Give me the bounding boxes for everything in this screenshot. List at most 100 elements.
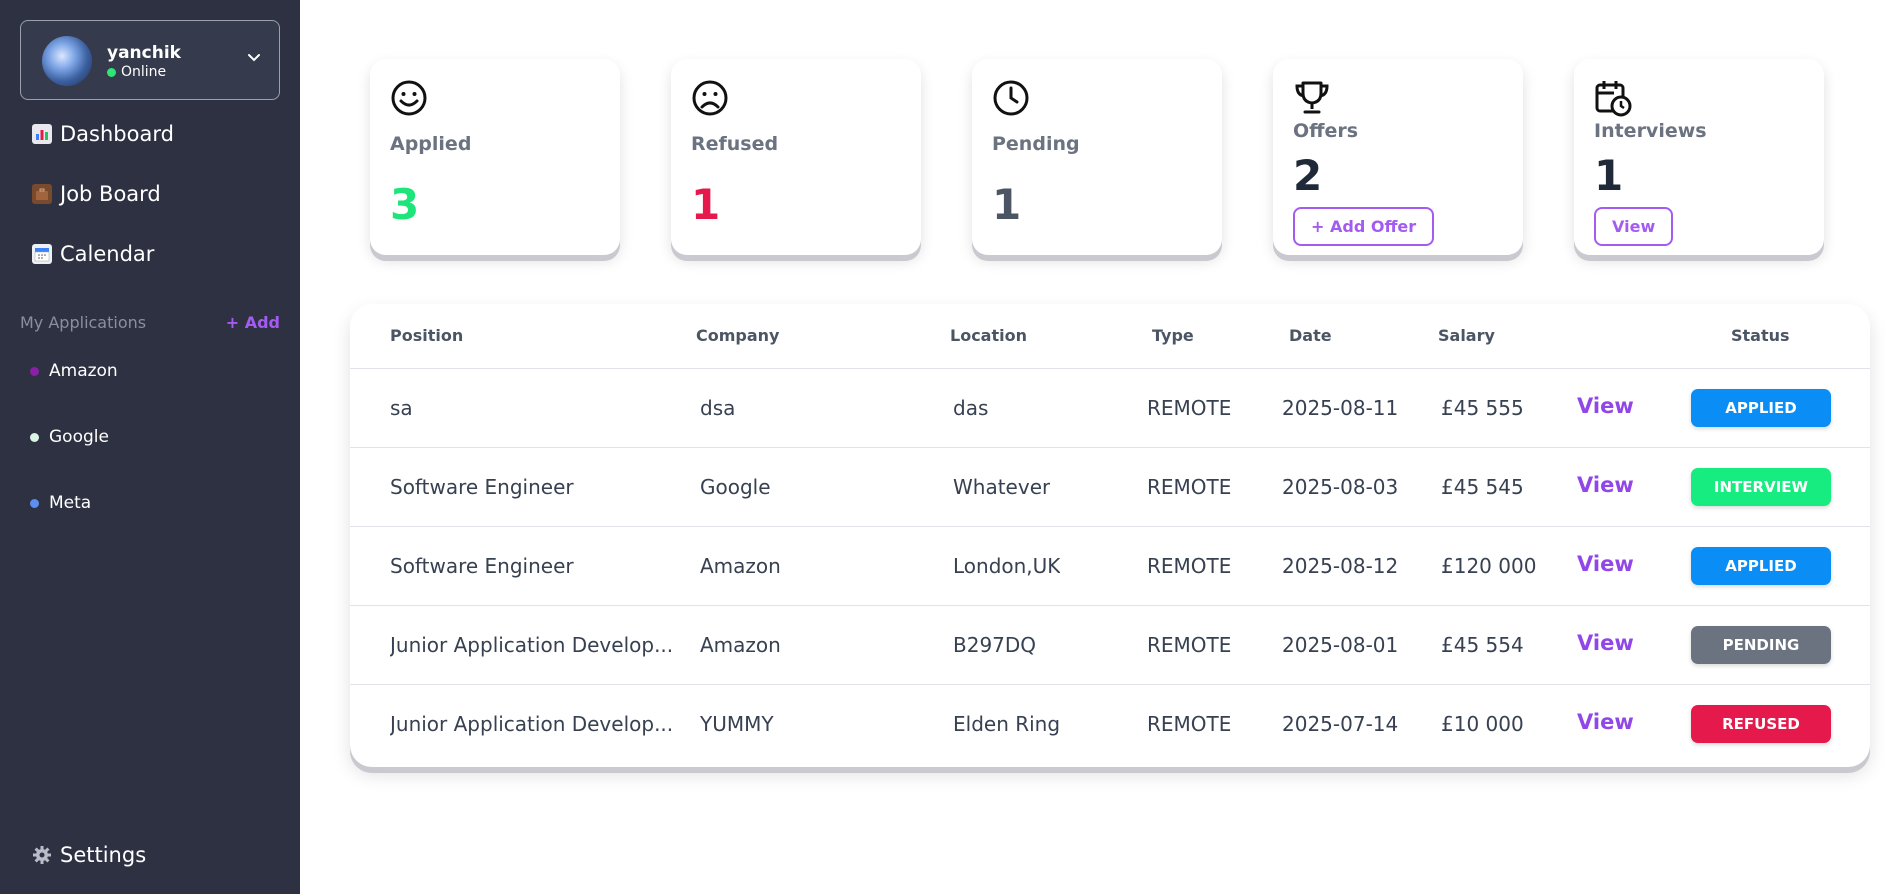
- calendar-clock-icon: [1595, 81, 1632, 117]
- application-label: Amazon: [49, 361, 118, 381]
- cell-date: 2025-07-14: [1282, 712, 1399, 736]
- cell-company: Amazon: [700, 554, 781, 578]
- cell-company: dsa: [700, 396, 736, 420]
- cell-location: B297DQ: [953, 633, 1037, 657]
- frown-icon: [692, 80, 728, 116]
- cell-location: Elden Ring: [953, 712, 1061, 736]
- briefcase-icon: [32, 184, 52, 204]
- header-location: Location: [950, 326, 1027, 345]
- sidebar: yanchik Online Dashboard Job Board Calen…: [0, 0, 300, 894]
- stat-label: Applied: [390, 133, 472, 155]
- cell-position: Software Engineer: [390, 475, 574, 499]
- trophy-icon: [1295, 81, 1329, 114]
- header-date: Date: [1289, 326, 1332, 345]
- cell-position: Junior Application Develop...: [390, 712, 674, 736]
- cell-company: Amazon: [700, 633, 781, 657]
- add-application-button[interactable]: + Add: [226, 313, 280, 332]
- cell-salary: £10 000: [1441, 712, 1524, 736]
- sidebar-item-settings[interactable]: Settings: [32, 843, 146, 867]
- stat-card-refused: Refused 1: [671, 59, 921, 255]
- view-interviews-button[interactable]: View: [1594, 207, 1674, 246]
- sidebar-item-amazon[interactable]: Amazon: [30, 361, 118, 381]
- cell-salary: £45 545: [1441, 475, 1524, 499]
- application-label: Google: [49, 427, 109, 447]
- cell-salary: £45 555: [1441, 396, 1524, 420]
- sidebar-item-job-board[interactable]: Job Board: [32, 182, 161, 206]
- cell-position: Software Engineer: [390, 554, 574, 578]
- view-link[interactable]: View: [1577, 631, 1634, 655]
- cell-date: 2025-08-11: [1282, 396, 1399, 420]
- stat-value: 1: [992, 180, 1022, 229]
- view-link[interactable]: View: [1577, 710, 1634, 734]
- cell-salary: £120 000: [1441, 554, 1537, 578]
- header-salary: Salary: [1438, 326, 1495, 345]
- cell-date: 2025-08-01: [1282, 633, 1399, 657]
- sidebar-item-label: Job Board: [60, 182, 161, 206]
- stat-card-pending: Pending 1: [972, 59, 1222, 255]
- stat-label: Offers: [1293, 120, 1359, 142]
- sidebar-item-google[interactable]: Google: [30, 427, 109, 447]
- stat-value: 2: [1293, 151, 1323, 200]
- table-row: Junior Application Develop... Amazon B29…: [350, 606, 1870, 685]
- table-row: Software Engineer Google Whatever REMOTE…: [350, 448, 1870, 527]
- stat-value: 1: [691, 180, 721, 229]
- user-status-label: Online: [121, 64, 167, 80]
- settings-label: Settings: [60, 843, 147, 867]
- cell-type: REMOTE: [1147, 396, 1232, 420]
- add-offer-button[interactable]: + Add Offer: [1293, 207, 1435, 246]
- sidebar-item-meta[interactable]: Meta: [30, 493, 91, 513]
- cell-company: Google: [700, 475, 771, 499]
- header-type: Type: [1152, 326, 1194, 345]
- sidebar-item-label: Calendar: [60, 242, 155, 266]
- user-menu[interactable]: yanchik Online: [20, 20, 280, 100]
- status-badge: APPLIED: [1691, 389, 1831, 427]
- cell-type: REMOTE: [1147, 633, 1232, 657]
- cell-type: REMOTE: [1147, 475, 1232, 499]
- applications-table: Position Company Location Type Date Sala…: [350, 304, 1870, 767]
- chevron-down-icon[interactable]: [247, 51, 261, 65]
- calendar-icon: [32, 244, 52, 264]
- stat-card-interviews: Interviews 1 View: [1574, 59, 1824, 255]
- table-row: Software Engineer Amazon London,UK REMOT…: [350, 527, 1870, 606]
- chart-icon: [32, 124, 52, 144]
- table-header: Position Company Location Type Date Sala…: [350, 304, 1870, 369]
- stat-card-applied: Applied 3: [370, 59, 620, 255]
- status-badge: REFUSED: [1691, 705, 1831, 743]
- gear-icon: [33, 846, 51, 864]
- stat-label: Pending: [992, 133, 1080, 155]
- stat-value: 1: [1594, 151, 1624, 200]
- user-status: Online: [107, 64, 166, 80]
- user-name: yanchik: [107, 43, 181, 63]
- cell-type: REMOTE: [1147, 712, 1232, 736]
- avatar: [42, 36, 92, 86]
- cell-location: London,UK: [953, 554, 1061, 578]
- status-badge: PENDING: [1691, 626, 1831, 664]
- view-link[interactable]: View: [1577, 552, 1634, 576]
- sidebar-item-label: Dashboard: [60, 122, 174, 146]
- dot-icon: [30, 366, 39, 376]
- dot-icon: [30, 498, 39, 508]
- stat-label: Refused: [691, 133, 779, 155]
- cell-date: 2025-08-03: [1282, 475, 1399, 499]
- clock-icon: [993, 80, 1029, 116]
- sidebar-item-dashboard[interactable]: Dashboard: [32, 122, 174, 146]
- sidebar-item-calendar[interactable]: Calendar: [32, 242, 154, 266]
- view-link[interactable]: View: [1577, 394, 1634, 418]
- status-badge: INTERVIEW: [1691, 468, 1831, 506]
- cell-location: das: [953, 396, 989, 420]
- cell-type: REMOTE: [1147, 554, 1232, 578]
- my-applications-label: My Applications: [20, 313, 147, 332]
- stat-label: Interviews: [1594, 120, 1707, 142]
- stat-card-offers: Offers 2 + Add Offer: [1273, 59, 1523, 255]
- view-link[interactable]: View: [1577, 473, 1634, 497]
- table-row: sa dsa das REMOTE 2025-08-11 £45 555 Vie…: [350, 369, 1870, 448]
- smile-icon: [391, 80, 427, 116]
- application-label: Meta: [49, 493, 92, 513]
- header-position: Position: [390, 326, 464, 345]
- cell-company: YUMMY: [700, 712, 774, 736]
- online-dot-icon: [107, 67, 116, 77]
- cell-location: Whatever: [953, 475, 1051, 499]
- status-badge: APPLIED: [1691, 547, 1831, 585]
- cell-salary: £45 554: [1441, 633, 1524, 657]
- table-row: Junior Application Develop... YUMMY Elde…: [350, 685, 1870, 764]
